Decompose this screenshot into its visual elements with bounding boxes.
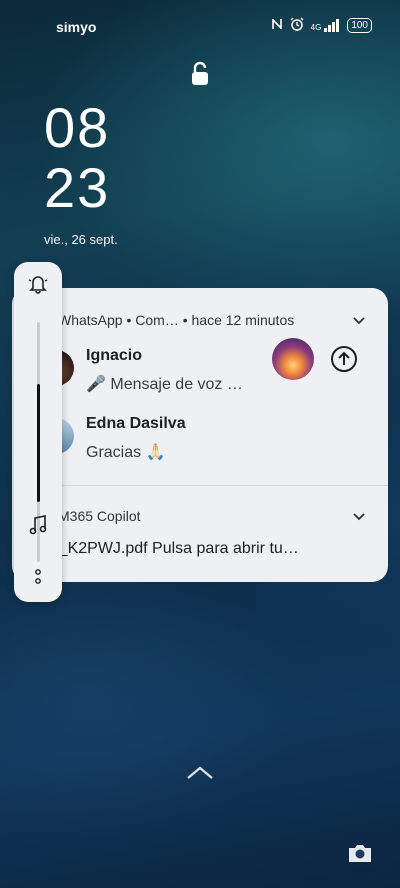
clock-hours: 08: [44, 96, 111, 159]
message-sender: Edna Dasilva: [86, 415, 186, 432]
arrow-up-circle-icon: [331, 346, 357, 372]
copilot-notification-header[interactable]: M365 Copilot: [58, 508, 141, 524]
carrier-name: simyo: [56, 19, 97, 35]
nfc-icon: [271, 17, 283, 34]
4g-signal-icon: 4G: [311, 19, 341, 32]
message-sender: Ignacio: [86, 347, 143, 364]
status-icons: 4G 100: [271, 17, 372, 34]
whatsapp-notification-header[interactable]: WhatsApp • Com… • hace 12 minutos: [58, 312, 294, 328]
status-bar: simyo 4G 100: [0, 0, 400, 54]
copilot-file-message[interactable]: RIA_K2PWJ.pdf Pulsa para abrir tu…: [32, 540, 299, 558]
contact-photo-thumbnail: [272, 338, 314, 380]
network-type-label: 4G: [310, 23, 322, 32]
music-note-icon[interactable]: [28, 514, 48, 536]
expand-chevron-icon[interactable]: [353, 317, 365, 325]
notification-divider: [60, 485, 388, 486]
clock-minutes: 23: [44, 156, 111, 219]
lockscreen-clock: 08 23: [44, 100, 110, 220]
expand-chevron-icon[interactable]: [353, 513, 365, 521]
message-text: Gracias 🙏🏻: [86, 444, 166, 461]
alarm-icon: [290, 17, 304, 34]
volume-slider-fill[interactable]: [37, 384, 40, 502]
bell-icon[interactable]: [27, 272, 49, 294]
lock-icon: [188, 60, 212, 88]
camera-icon[interactable]: [347, 842, 373, 864]
message-text: 🎤 Mensaje de voz …: [86, 376, 243, 393]
more-options-icon[interactable]: [34, 568, 42, 586]
reply-button[interactable]: [330, 345, 358, 373]
volume-panel[interactable]: [14, 262, 62, 602]
battery-indicator: 100: [347, 18, 372, 33]
swipe-up-chevron-icon[interactable]: [186, 765, 214, 781]
lockscreen-date: vie., 26 sept.: [44, 232, 118, 247]
notification-card[interactable]: WhatsApp • Com… • hace 12 minutos Ignaci…: [12, 288, 388, 582]
